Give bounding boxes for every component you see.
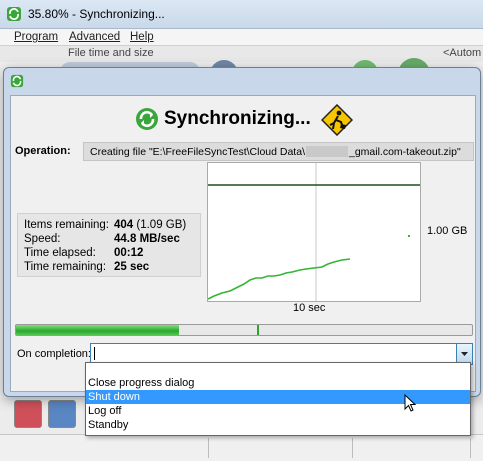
items-remaining-value: 404 (1.09 GB): [114, 219, 187, 231]
dialog-body: Synchronizing... Operation: Creating fil…: [10, 95, 476, 392]
on-completion-label: On completion:: [17, 348, 91, 360]
time-remaining-value: 25 sec: [114, 261, 150, 273]
sync-arrows-icon: [136, 108, 158, 130]
stats-panel: Items remaining: 404 (1.09 GB) Speed: 44…: [17, 213, 201, 277]
load-config-icon[interactable]: [48, 400, 76, 428]
freefilesync-icon: [7, 7, 21, 21]
operation-text: Creating file "E:\FreeFileSyncTest\Cloud…: [90, 146, 461, 158]
mouse-cursor-icon: [404, 394, 417, 412]
option-close-progress-dialog[interactable]: Close progress dialog: [86, 376, 470, 390]
sync-variant-label: <Autom: [443, 47, 482, 59]
speed-value: 44.8 MB/sec: [114, 233, 180, 245]
speed-label: Speed:: [24, 233, 61, 245]
items-remaining-label: Items remaining:: [24, 219, 110, 231]
dialog-titlebar[interactable]: [4, 68, 480, 92]
operation-row: Operation: Creating file "E:\FreeFileSyn…: [15, 142, 474, 161]
window-title: 35.80% - Synchronizing...: [28, 7, 165, 21]
dialog-header: Synchronizing...: [11, 104, 475, 136]
freefilesync-icon: [10, 74, 24, 88]
progress-marker: [257, 325, 259, 335]
graph-progress-curve: [208, 258, 351, 300]
window-titlebar: 35.80% - Synchronizing...: [0, 0, 483, 29]
work-in-progress-icon: [321, 104, 353, 136]
time-elapsed-value: 00:12: [114, 247, 144, 259]
graph-y-label: 1.00 GB: [427, 225, 468, 237]
graph-x-label: 10 sec: [293, 302, 326, 314]
operation-field: Creating file "E:\FreeFileSyncTest\Cloud…: [83, 142, 474, 161]
menu-help[interactable]: Help: [130, 31, 154, 43]
progress-dialog: Synchronizing... Operation: Creating fil…: [3, 67, 481, 397]
compare-variant-label: File time and size: [68, 47, 154, 59]
progress-fill: [16, 325, 180, 335]
time-remaining-label: Time remaining:: [24, 261, 107, 273]
operation-label: Operation:: [15, 145, 71, 157]
speed-graph: [207, 162, 421, 302]
dropdown-arrow-icon: [461, 352, 468, 356]
menu-bar: Program Advanced Help: [0, 29, 483, 45]
overall-progress-bar: [15, 324, 473, 336]
redacted-block: [306, 146, 348, 157]
menu-program[interactable]: Program: [14, 31, 58, 43]
text-caret: [94, 347, 95, 360]
status-bar: [0, 434, 483, 461]
graph-marker: [408, 235, 410, 237]
time-elapsed-label: Time elapsed:: [24, 247, 96, 259]
dropdown-arrow-button[interactable]: [456, 344, 472, 364]
menu-advanced[interactable]: Advanced: [69, 31, 120, 43]
dialog-heading: Synchronizing...: [164, 108, 311, 129]
save-config-icon[interactable]: [14, 400, 42, 428]
option-standby[interactable]: Standby: [86, 418, 470, 432]
